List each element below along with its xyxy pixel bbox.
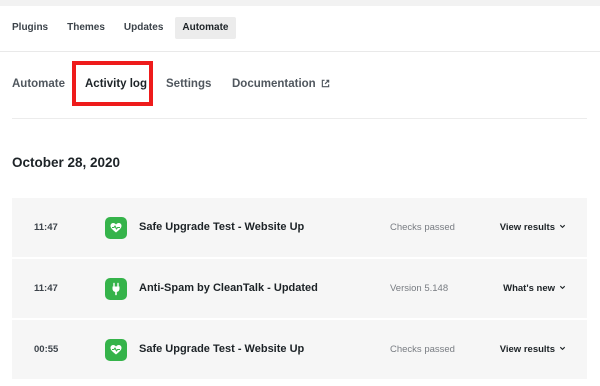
heartbeat-icon — [105, 339, 127, 361]
log-entry-title: Anti-Spam by CleanTalk - Updated — [139, 282, 318, 294]
log-entry: 11:47 Safe Upgrade Test - Website Up Che… — [12, 198, 587, 257]
log-entry-time: 11:47 — [34, 283, 58, 294]
tab-documentation-label: Documentation — [232, 78, 316, 90]
log-entry-title: Safe Upgrade Test - Website Up — [139, 221, 305, 233]
log-entry-status: Version 5.148 — [390, 283, 449, 294]
section-divider — [12, 118, 587, 119]
chevron-down-icon — [559, 346, 566, 351]
tab-documentation[interactable]: Documentation — [232, 70, 330, 98]
top-tab-automate[interactable]: Automate — [175, 17, 236, 39]
top-tabs-divider — [0, 51, 600, 52]
activity-log-highlight — [72, 61, 153, 106]
top-tab-plugins[interactable]: Plugins — [5, 17, 55, 39]
view-results-label: View results — [499, 222, 555, 233]
log-entry: 00:55 Safe Upgrade Test - Website Up Che… — [12, 320, 587, 379]
top-strip — [0, 0, 600, 6]
log-entry-status: Checks passed — [390, 222, 455, 233]
log-entry: 11:47 Anti-Spam by CleanTalk - Updated V… — [12, 259, 587, 318]
log-entry-time: 00:55 — [34, 344, 59, 355]
plug-icon — [105, 278, 127, 300]
log-date-heading: October 28, 2020 — [12, 155, 121, 170]
log-entry-status: Checks passed — [390, 344, 455, 355]
top-tab-updates[interactable]: Updates — [117, 17, 170, 39]
activity-log-list: 11:47 Safe Upgrade Test - Website Up Che… — [12, 198, 587, 381]
whats-new-button[interactable]: What's new — [503, 259, 566, 318]
top-tabs: Plugins Themes Updates Automate — [0, 17, 236, 39]
external-link-icon — [321, 79, 329, 88]
chevron-down-icon — [559, 224, 566, 229]
tab-settings[interactable]: Settings — [166, 70, 211, 98]
tab-automate[interactable]: Automate — [12, 70, 65, 98]
log-entry-title: Safe Upgrade Test - Website Up — [139, 343, 305, 355]
log-entry-time: 11:47 — [34, 222, 58, 233]
heartbeat-icon — [105, 217, 127, 239]
view-results-button[interactable]: View results — [500, 198, 566, 257]
whats-new-label: What's new — [503, 283, 555, 294]
chevron-down-icon — [559, 285, 566, 290]
view-results-button[interactable]: View results — [500, 320, 566, 379]
top-tab-themes[interactable]: Themes — [60, 17, 112, 39]
view-results-label: View results — [499, 344, 555, 355]
